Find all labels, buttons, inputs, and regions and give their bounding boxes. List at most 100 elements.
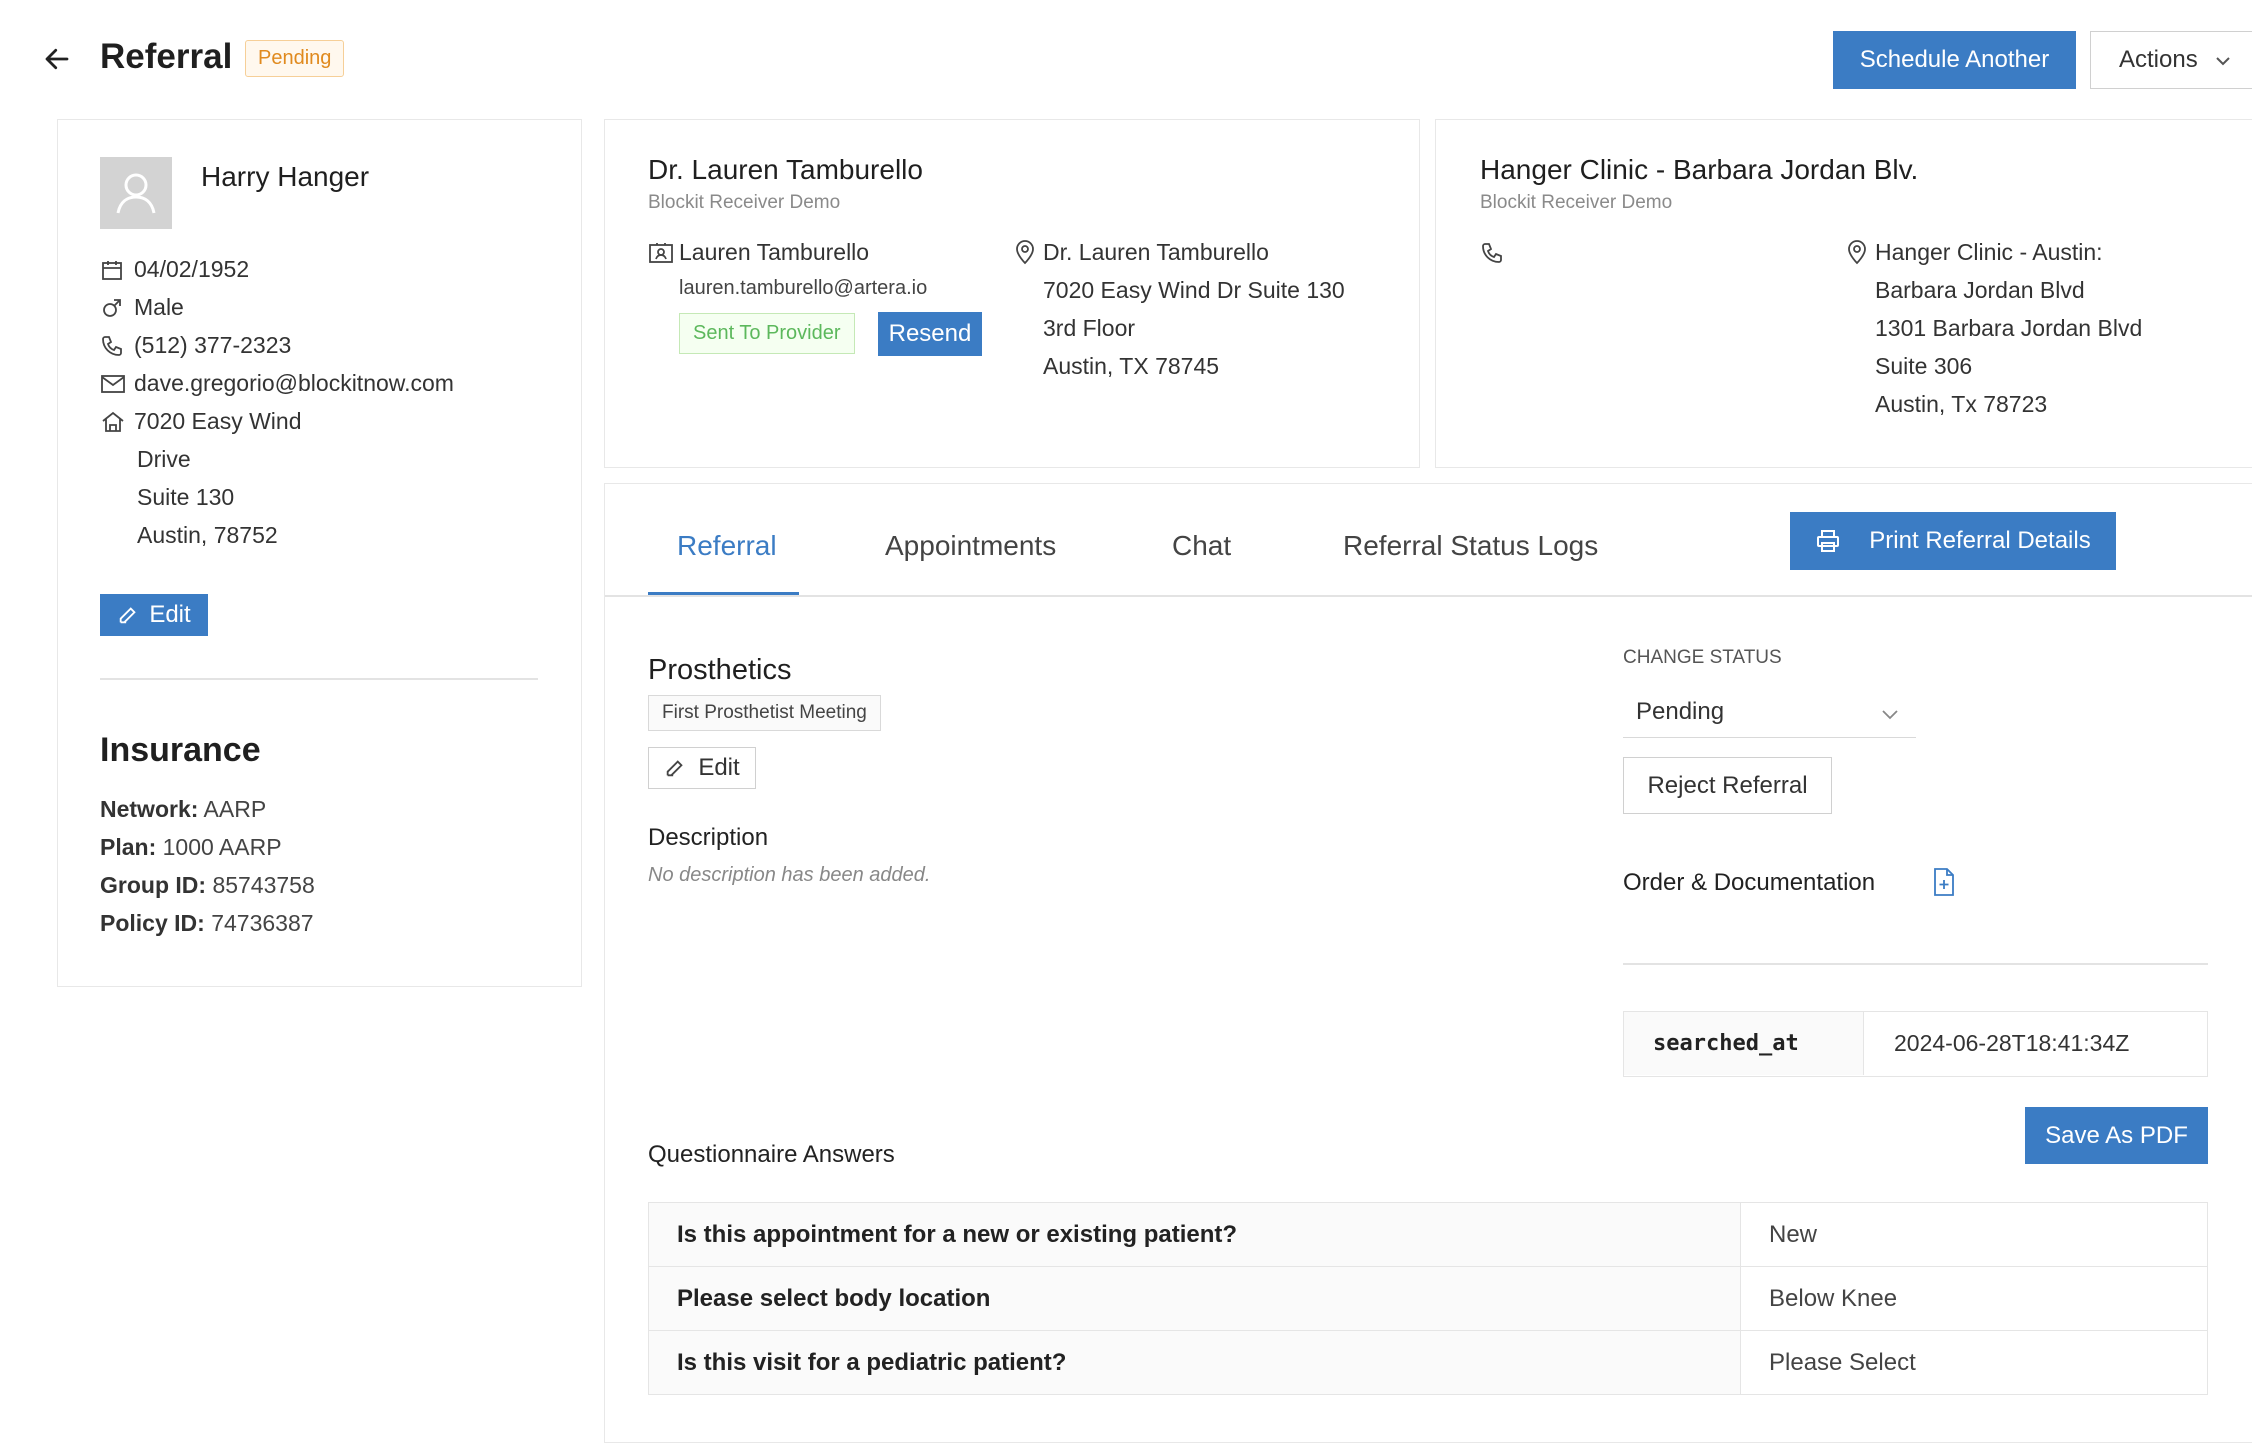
- gender-row: Male: [100, 294, 184, 321]
- reject-referral-button[interactable]: Reject Referral: [1623, 757, 1832, 814]
- answer-cell: Below Knee: [1740, 1266, 2208, 1331]
- patient-gender: Male: [134, 294, 184, 320]
- patient-address-line-2: Drive: [137, 446, 191, 472]
- phone-row: (512) 377-2323: [100, 332, 291, 359]
- plan-label: Plan:: [100, 834, 157, 860]
- policy-value: 74736387: [211, 910, 314, 936]
- provider-address-line-1: Dr. Lauren Tamburello: [1043, 239, 1269, 265]
- tab-referral-status-logs[interactable]: Referral Status Logs: [1343, 530, 1598, 562]
- provider-contact-name: Lauren Tamburello: [679, 239, 870, 265]
- insurance-policy: Policy ID: 74736387: [100, 910, 314, 937]
- save-as-pdf-button[interactable]: Save As PDF: [2025, 1107, 2208, 1164]
- email-row: dave.gregorio@blockitnow.com: [100, 370, 454, 397]
- question-cell: Is this visit for a pediatric patient?: [648, 1330, 1741, 1395]
- home-icon: [100, 410, 134, 434]
- patient-address-line-1: 7020 Easy Wind: [134, 408, 302, 434]
- table-row: Is this appointment for a new or existin…: [648, 1202, 2208, 1267]
- clinic-address-line-2: Barbara Jordan Blvd: [1875, 277, 2085, 303]
- pencil-icon: [664, 757, 686, 779]
- print-referral-label: Print Referral Details: [1869, 527, 2091, 554]
- provider-org: Blockit Receiver Demo: [648, 192, 841, 213]
- table-row: Please select body location Below Knee: [648, 1266, 2208, 1331]
- answer-cell: Please Select: [1740, 1330, 2208, 1395]
- patient-name: Harry Hanger: [201, 161, 370, 192]
- provider-address-line-2: 7020 Easy Wind Dr Suite 130: [1043, 277, 1345, 303]
- tabs-divider: [605, 595, 2252, 597]
- dob-row: 04/02/1952: [100, 256, 249, 283]
- order-documentation-label: Order & Documentation: [1623, 869, 1876, 896]
- edit-referral-label: Edit: [698, 754, 740, 781]
- contact-card-icon: [648, 242, 674, 264]
- page-title: Referral: [100, 37, 233, 76]
- chevron-down-icon: [2215, 54, 2231, 68]
- metadata-key: searched_at: [1653, 1031, 1799, 1056]
- edit-patient-label: Edit: [149, 601, 191, 628]
- chevron-down-icon: [1881, 707, 1899, 721]
- tab-appointments[interactable]: Appointments: [885, 530, 1056, 562]
- change-status-label: CHANGE STATUS: [1623, 647, 1782, 668]
- provider-contact-email: lauren.tamburello@artera.io: [679, 277, 928, 299]
- group-value: 85743758: [212, 872, 315, 898]
- network-label: Network:: [100, 796, 199, 822]
- provider-address-line-4: Austin, TX 78745: [1043, 353, 1220, 379]
- clinic-card: Hanger Clinic - Barbara Jordan Blv. Bloc…: [1435, 119, 2252, 468]
- description-empty-text: No description has been added.: [648, 864, 931, 886]
- phone-icon: [1480, 241, 1504, 265]
- resend-label: Resend: [888, 320, 972, 347]
- patient-phone: (512) 377-2323: [134, 332, 292, 358]
- divider: [100, 678, 538, 680]
- provider-name: Dr. Lauren Tamburello: [648, 154, 923, 185]
- avatar: [100, 157, 172, 229]
- patient-address-line-4: Austin, 78752: [137, 522, 278, 548]
- specialty-title: Prosthetics: [648, 654, 792, 686]
- address-row: 7020 Easy Wind: [100, 408, 301, 435]
- clinic-address-line-1: Hanger Clinic - Austin:: [1875, 239, 2103, 265]
- print-referral-button[interactable]: Print Referral Details: [1790, 512, 2116, 570]
- clinic-name: Hanger Clinic - Barbara Jordan Blv.: [1480, 154, 1919, 185]
- edit-referral-button[interactable]: Edit: [648, 747, 756, 789]
- divider: [1623, 963, 2208, 965]
- actions-dropdown[interactable]: Actions: [2090, 31, 2252, 89]
- sent-to-provider-badge: Sent To Provider: [679, 313, 855, 354]
- tab-chat[interactable]: Chat: [1172, 530, 1231, 562]
- provider-address-line-3: 3rd Floor: [1043, 315, 1136, 341]
- pencil-icon: [117, 604, 139, 626]
- patient-card: Harry Hanger 04/02/1952 Male (512) 377-2…: [57, 119, 582, 987]
- add-document-icon[interactable]: [1932, 867, 1956, 897]
- patient-email: dave.gregorio@blockitnow.com: [134, 370, 454, 396]
- reject-referral-label: Reject Referral: [1647, 771, 1808, 799]
- tab-referral[interactable]: Referral: [677, 530, 777, 562]
- back-arrow-icon[interactable]: [42, 44, 72, 74]
- provider-card: Dr. Lauren Tamburello Blockit Receiver D…: [604, 119, 1420, 468]
- questionnaire-heading: Questionnaire Answers: [648, 1141, 895, 1168]
- edit-patient-button[interactable]: Edit: [100, 594, 208, 636]
- clinic-address-line-3: 1301 Barbara Jordan Blvd: [1875, 315, 2143, 341]
- clinic-org: Blockit Receiver Demo: [1480, 192, 1673, 213]
- save-as-pdf-label: Save As PDF: [2045, 1121, 2188, 1149]
- location-pin-icon: [1013, 239, 1037, 265]
- plan-value: 1000 AARP: [162, 834, 282, 860]
- calendar-icon: [100, 258, 134, 282]
- description-label: Description: [648, 824, 769, 851]
- metadata-value: 2024-06-28T18:41:34Z: [1894, 1030, 2130, 1056]
- status-select[interactable]: Pending: [1623, 693, 1916, 738]
- visit-type-tag: First Prosthetist Meeting: [648, 695, 881, 731]
- clinic-address-line-5: Austin, Tx 78723: [1875, 391, 2048, 417]
- schedule-another-label: Schedule Another: [1859, 46, 2050, 73]
- question-cell: Is this appointment for a new or existin…: [648, 1202, 1741, 1267]
- questionnaire-table: Is this appointment for a new or existin…: [648, 1202, 2208, 1395]
- question-cell: Please select body location: [648, 1266, 1741, 1331]
- insurance-network: Network: AARP: [100, 796, 266, 823]
- policy-label: Policy ID:: [100, 910, 205, 936]
- table-row: Is this visit for a pediatric patient? P…: [648, 1330, 2208, 1395]
- male-icon: [100, 296, 134, 320]
- patient-address-line-3: Suite 130: [137, 484, 235, 510]
- resend-button[interactable]: Resend: [878, 312, 982, 356]
- group-label: Group ID:: [100, 872, 207, 898]
- insurance-heading: Insurance: [100, 731, 261, 769]
- mail-icon: [100, 373, 134, 395]
- network-value: AARP: [203, 796, 267, 822]
- status-badge: Pending: [245, 40, 345, 77]
- phone-icon: [100, 334, 134, 358]
- schedule-another-button[interactable]: Schedule Another: [1833, 31, 2076, 89]
